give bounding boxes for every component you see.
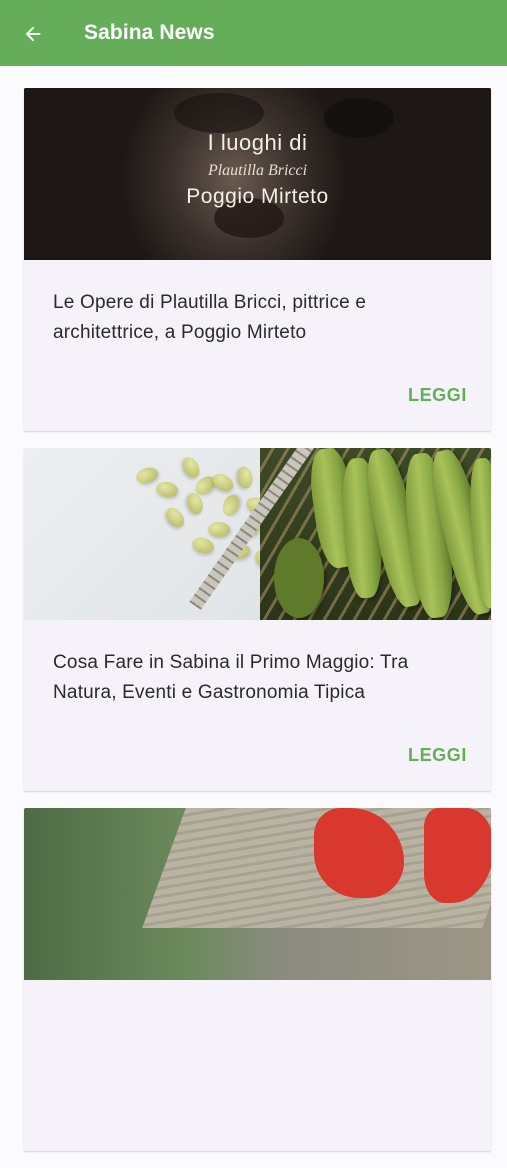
image-shading [174,93,264,133]
bean-shape [162,504,188,531]
bean-shape [190,535,216,556]
article-card[interactable]: I luoghi di Plautilla Bricci Poggio Mirt… [24,88,491,431]
article-image[interactable]: I luoghi di Plautilla Bricci Poggio Mirt… [24,88,491,260]
image-caption-line: Poggio Mirteto [186,185,329,208]
image-caption-line: I luoghi di [207,130,308,155]
bean-shape [209,470,237,495]
arrow-left-icon [25,26,41,42]
bean-shape [154,480,180,499]
article-card[interactable]: Cosa Fare in Sabina il Primo Maggio: Tra… [24,448,491,791]
article-card[interactable] [24,808,491,1151]
page-title: Sabina News [84,21,215,44]
article-title[interactable]: Le Opere di Plautilla Bricci, pittrice e… [53,288,463,348]
bean-shape [134,464,160,487]
image-caption-line: Plautilla Bricci [207,162,308,179]
article-feed[interactable]: I luoghi di Plautilla Bricci Poggio Mirt… [24,88,491,1168]
article-image[interactable] [24,808,491,980]
app-bar: Sabina News [0,0,507,66]
read-button[interactable]: LEGGI [408,385,467,406]
read-button[interactable]: LEGGI [408,745,467,766]
bean-shape [220,492,242,519]
bean-shape [179,454,203,481]
article-title[interactable]: Cosa Fare in Sabina il Primo Maggio: Tra… [53,648,463,708]
bean-shape [208,522,230,537]
leaf-shape [274,538,324,618]
article-image[interactable] [24,448,491,620]
bean-shape [235,465,255,490]
back-button[interactable] [14,15,52,53]
